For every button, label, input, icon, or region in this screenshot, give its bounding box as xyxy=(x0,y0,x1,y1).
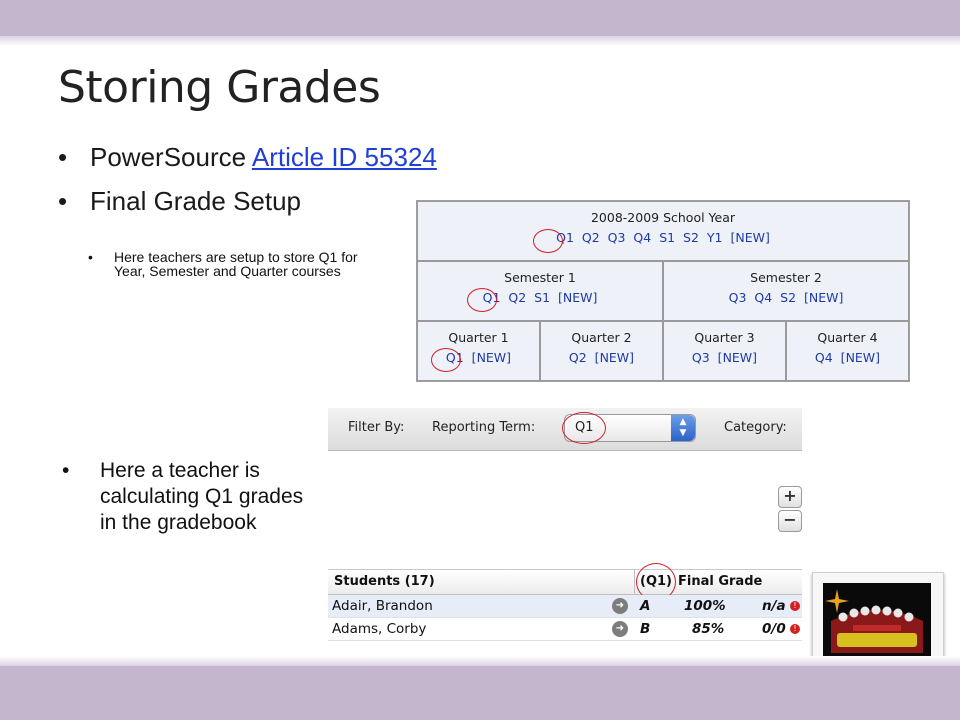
filter-bar: Filter By: Reporting Term: Q1 ▲ ▼ Categor… xyxy=(328,408,802,451)
student-name: Adams, Corby xyxy=(332,621,427,637)
arrow-right-icon[interactable]: ➜ xyxy=(612,598,628,614)
zoom-in-button[interactable]: + xyxy=(778,486,802,508)
students-column-header[interactable]: Students (17) xyxy=(334,574,435,589)
final-grade-column-header[interactable]: Final Grade xyxy=(678,574,762,589)
semester-1-terms[interactable]: Q1 Q2 S1 [NEW] xyxy=(418,290,662,305)
bullet-dot: • xyxy=(88,249,93,265)
quarter-2-label: Quarter 2 xyxy=(571,330,632,345)
bullet-dot: • xyxy=(58,186,68,216)
quarter-4-label: Quarter 4 xyxy=(817,330,878,345)
percent-grade: 85% xyxy=(692,621,725,637)
bullet-powersource-text: PowerSource xyxy=(90,142,252,172)
quarter-3-terms[interactable]: Q3 [NEW] xyxy=(664,350,785,365)
quarter-2-terms[interactable]: Q2 [NEW] xyxy=(541,350,662,365)
category-label: Category: xyxy=(724,420,787,435)
semester-2-label: Semester 2 xyxy=(750,270,822,285)
quarter-1-label: Quarter 1 xyxy=(448,330,509,345)
logo-artwork xyxy=(823,583,931,661)
semester-2-cell: Semester 2 Q3 Q4 S2 [NEW] xyxy=(663,261,909,321)
student-name: Adair, Brandon xyxy=(332,598,433,614)
top-band-fade xyxy=(0,36,960,46)
extra-value: 0/0 xyxy=(762,621,786,637)
updown-arrow-icon[interactable]: ▲ ▼ xyxy=(671,415,695,441)
semester-1-cell: Semester 1 Q1 Q2 S1 [NEW] xyxy=(417,261,663,321)
quarter-4-terms[interactable]: Q4 [NEW] xyxy=(787,350,908,365)
alert-icon: ! xyxy=(790,624,800,634)
reporting-term-label: Reporting Term: xyxy=(432,420,536,435)
bullet-final-grade-setup-text: Final Grade Setup xyxy=(90,186,302,216)
setup-note-text: Here teachers are setup to store Q1 for … xyxy=(114,249,358,279)
bullet-final-grade-setup: • Final Grade Setup xyxy=(58,186,301,217)
arrow-right-icon[interactable]: ➜ xyxy=(612,621,628,637)
top-band xyxy=(0,0,960,36)
term-setup-table: 2008-2009 School Year Q1 Q2 Q3 Q4 S1 S2 … xyxy=(416,200,910,382)
extra-value: n/a xyxy=(762,598,786,614)
alert-icon: ! xyxy=(790,601,800,611)
semester-2-terms[interactable]: Q3 Q4 S2 [NEW] xyxy=(664,290,908,305)
table-row[interactable]: Adair, Brandon ➜ A 100% n/a ! xyxy=(328,595,802,618)
article-link[interactable]: Article ID 55324 xyxy=(252,142,437,172)
year-terms[interactable]: Q1 Q2 Q3 Q4 S1 S2 Y1 [NEW] xyxy=(418,230,908,245)
table-row[interactable]: Adams, Corby ➜ B 85% 0/0 ! xyxy=(328,618,802,641)
quarter-2-cell: Quarter 2 Q2 [NEW] xyxy=(540,321,663,381)
welcome-sign-icon xyxy=(823,583,931,661)
filter-by-label: Filter By: xyxy=(348,420,405,435)
highlight-circle xyxy=(431,348,461,372)
quarter-3-cell: Quarter 3 Q3 [NEW] xyxy=(663,321,786,381)
gradebook-note-text: Here a teacher is calculating Q1 grades … xyxy=(100,459,304,534)
highlight-circle xyxy=(467,288,497,312)
bullet-dot: • xyxy=(58,142,68,172)
zoom-out-button[interactable]: − xyxy=(778,510,802,532)
bullet-powersource: • PowerSource Article ID 55324 xyxy=(58,142,437,173)
quarter-4-cell: Quarter 4 Q4 [NEW] xyxy=(786,321,909,381)
year-label: 2008-2009 School Year xyxy=(590,210,736,225)
highlight-circle xyxy=(533,229,563,253)
semester-1-label: Semester 1 xyxy=(504,270,576,285)
gradebook-panel: Filter By: Reporting Term: Q1 ▲ ▼ Categor… xyxy=(328,408,802,641)
percent-grade: 100% xyxy=(684,598,726,614)
quarter-3-label: Quarter 3 xyxy=(694,330,755,345)
slide-title: Storing Grades xyxy=(58,62,381,113)
year-cell: 2008-2009 School Year Q1 Q2 Q3 Q4 S1 S2 … xyxy=(417,201,909,261)
bottom-band xyxy=(0,666,960,720)
letter-grade: A xyxy=(640,598,651,614)
bottom-band-fade xyxy=(0,656,960,666)
highlight-circle xyxy=(562,412,606,444)
gradebook-header: Students (17) (Q1) Final Grade xyxy=(328,570,802,595)
assignment-pane: + − xyxy=(328,451,802,570)
bullet-dot: • xyxy=(62,459,70,482)
letter-grade: B xyxy=(640,621,651,637)
